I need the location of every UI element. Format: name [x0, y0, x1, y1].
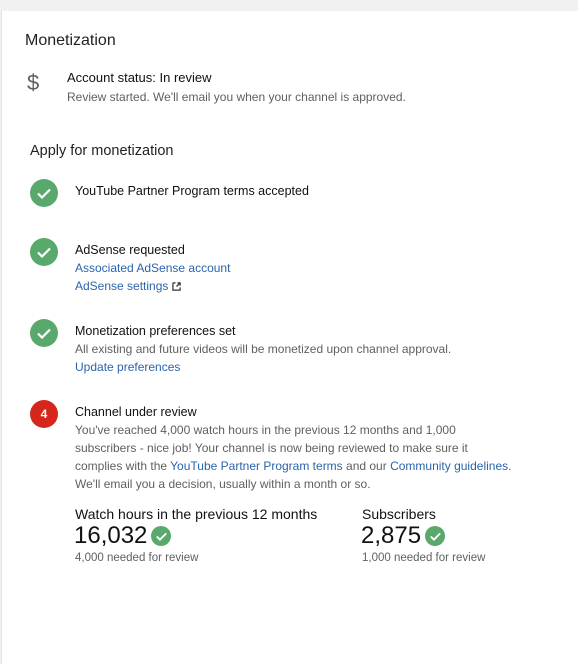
account-status-title: Account status: In review	[67, 70, 212, 85]
watch-hours-note: 4,000 needed for review	[75, 552, 199, 564]
step-1-check-icon	[30, 179, 58, 207]
subscribers-note: 1,000 needed for review	[362, 552, 486, 564]
dollar-icon: $	[27, 70, 40, 95]
community-guidelines-link[interactable]: Community guidelines	[390, 459, 508, 473]
watch-hours-check-icon	[151, 526, 172, 546]
step-3-title: Monetization preferences set	[75, 324, 236, 338]
subscribers-value-row: 2,875	[361, 522, 446, 550]
update-preferences-link[interactable]: Update preferences	[75, 360, 180, 374]
step-2-check-icon	[30, 238, 58, 266]
step-4-line-3-prefix: complies with the	[75, 459, 171, 473]
apply-section-title: Apply for monetization	[30, 143, 174, 159]
ypp-terms-link[interactable]: YouTube Partner Program terms	[170, 459, 343, 473]
step-2-links: Associated AdSense account	[75, 259, 230, 277]
watch-hours-label: Watch hours in the previous 12 months	[75, 506, 318, 522]
step-2-settings: AdSense settings	[75, 277, 182, 295]
watch-hours-value: 16,032	[74, 522, 148, 549]
step-3-link-row: Update preferences	[75, 358, 180, 376]
step-1-title: YouTube Partner Program terms accepted	[75, 184, 309, 198]
step-2-title: AdSense requested	[75, 243, 185, 257]
step-4-number-badge: 4	[30, 400, 58, 428]
step-4-line-3-mid: and our	[342, 459, 391, 473]
adsense-settings-link[interactable]: AdSense settings	[75, 279, 168, 293]
monetization-card: Monetization $ Account status: In review…	[1, 11, 578, 664]
step-4-line-3-suffix: .	[508, 459, 512, 473]
associated-adsense-link[interactable]: Associated AdSense account	[75, 261, 230, 275]
account-status-subtitle: Review started. We'll email you when you…	[67, 90, 406, 104]
step-3-check-icon	[30, 319, 58, 347]
card-title: Monetization	[25, 32, 116, 49]
watch-hours-value-row: 16,032	[74, 522, 172, 550]
step-4-line-1: You've reached 4,000 watch hours in the …	[75, 423, 456, 437]
step-4-line-2: subscribers - nice job! Your channel is …	[75, 441, 468, 455]
step-4-line-3: complies with the YouTube Partner Progra…	[75, 457, 511, 475]
subscribers-check-icon	[425, 526, 446, 546]
external-link-icon	[172, 282, 182, 291]
step-4-line-4: We'll email you a decision, usually with…	[75, 477, 371, 491]
subscribers-value: 2,875	[361, 522, 422, 549]
subscribers-label: Subscribers	[362, 506, 436, 522]
step-3-subtitle: All existing and future videos will be m…	[75, 342, 452, 356]
step-4-title: Channel under review	[75, 405, 197, 419]
